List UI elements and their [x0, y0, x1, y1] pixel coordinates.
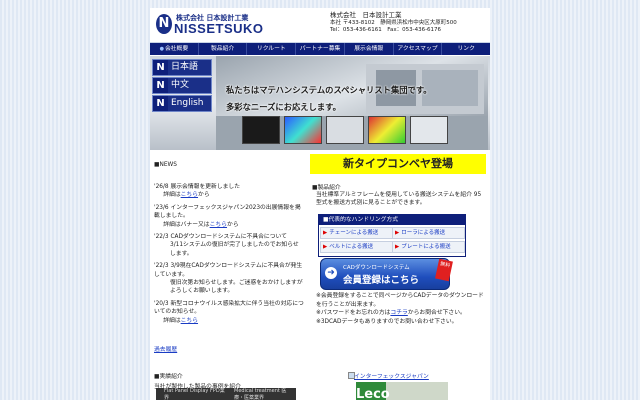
arrow-icon: ▶: [395, 244, 400, 250]
news-heading: ■NEWS: [154, 162, 177, 168]
site-header: N 株式会社 日本設計工業 NISSETSUKO 株式会社 日本設計工業 本社 …: [150, 8, 490, 43]
nav-item-links[interactable]: リンク: [442, 43, 490, 55]
handling-plate[interactable]: ▶ プレートによる搬送: [392, 241, 465, 253]
news-item: '20/3 新型コロナウイルス感染拡大に伴う当社の対応についてのお知らせ。 詳細…: [154, 300, 304, 324]
products-heading: ■製品紹介: [312, 185, 341, 191]
products-text: 当社標準アルミフレームを使用している搬送システムを紹介 95型式を搬送方式別に見…: [316, 192, 482, 207]
banner-thumb-cad: [242, 116, 280, 144]
arrow-icon: ▶: [323, 244, 328, 250]
cad-notes: ※会員登録をすることで同ページからCADデータのダウンロードを行うことが出来ます…: [316, 293, 484, 325]
interphex-banner-link[interactable]: インターフェックスジャパン: [354, 371, 429, 380]
logo-en[interactable]: NISSETSUKO: [174, 21, 264, 36]
cad-register-button[interactable]: ➜ CADダウンロードシステム 会員登録はこちら 無料: [320, 258, 453, 290]
banner-thumb-conveyor: [326, 116, 364, 144]
banner-tagline: 私たちはマテハンシステムのスペシャリスト集団です。: [226, 85, 432, 95]
nav-item-exhibition[interactable]: 展示会情報: [345, 43, 394, 55]
page-container: N 株式会社 日本設計工業 NISSETSUKO 株式会社 日本設計工業 本社 …: [150, 8, 490, 400]
banner-tagline-sub: 多彩なニーズにお応えします。: [226, 102, 341, 112]
nav-item-partner[interactable]: パートナー募集: [296, 43, 345, 55]
free-badge: 無料: [435, 258, 453, 282]
arrow-right-icon: ➜: [325, 267, 337, 279]
news-item: '22/3 3/9現在CADダウンロードシステムに不具合が発生しています。 復旧…: [154, 263, 303, 295]
bullet-icon: ●: [159, 46, 164, 52]
arrow-icon: ▶: [323, 230, 328, 236]
news-item: '26/8 展示会情報を更新しました 詳細はこちらから: [154, 184, 241, 199]
lang-icon: N: [153, 78, 168, 93]
handling-methods-box: ■代表的なハンドリング方式 ▶ チェーンによる搬送 ▶ ローラによる搬送 ▶ ベルトに…: [318, 214, 466, 257]
logo-icon[interactable]: N: [156, 14, 172, 34]
news-link[interactable]: こちら: [181, 318, 198, 324]
lang-english[interactable]: N English: [152, 95, 212, 112]
new-conveyor-banner[interactable]: 新タイプコンベヤ登場: [310, 154, 486, 174]
lang-chinese[interactable]: N 中文: [152, 77, 212, 94]
nav-item-products[interactable]: 製品紹介: [199, 43, 248, 55]
news-link[interactable]: こちら: [181, 192, 198, 198]
news-list: '26/8 展示会情報を更新しました 詳細はこちらから '23/6 インターフェ…: [154, 183, 304, 329]
company-name: 株式会社 日本設計工業: [330, 11, 402, 19]
works-heading: ■実績紹介: [154, 374, 183, 380]
nav-item-access[interactable]: アクセスマップ: [394, 43, 443, 55]
news-link[interactable]: こちら: [210, 222, 227, 228]
works-thumb-fpd[interactable]: Flat Panel Display FPD業界: [156, 388, 226, 400]
handling-chain[interactable]: ▶ チェーンによる搬送: [320, 227, 393, 239]
banner-thumb-fea: [284, 116, 322, 144]
news-item: '22/3 CADダウンロードシステムに不具合について 3/11システムの復旧が…: [154, 234, 299, 257]
company-phone: Tel：053-436-6161 Fax：053-436-6176: [330, 27, 442, 34]
news-item: '23/6 インターフェックスジャパン2023の出展情報を掲載しました。 詳細は…: [154, 204, 301, 228]
works-thumb-medical[interactable]: Medical treatment 医療・医薬業界: [226, 388, 296, 400]
lang-icon: N: [153, 60, 168, 75]
hero-banner: 私たちはマテハンシステムのスペシャリスト集団です。 多彩なニーズにお応えします。…: [150, 56, 490, 150]
news-archive-link[interactable]: 過去履歴: [154, 344, 177, 353]
arrow-icon: ▶: [395, 230, 400, 236]
leco-logo: Leco: [356, 382, 390, 400]
handling-belt[interactable]: ▶ ベルトによる搬送: [320, 241, 393, 253]
nav-item-recruit[interactable]: リクルート: [247, 43, 297, 55]
handling-methods-title: ■代表的なハンドリング方式: [319, 215, 465, 225]
lang-icon: N: [153, 96, 168, 111]
company-info: 株式会社 日本設計工業 本社 〒433-8102 静岡県浜松市中央区大原町500…: [330, 11, 457, 35]
handling-roller[interactable]: ▶ ローラによる搬送: [392, 227, 465, 239]
password-help-link[interactable]: コチラ: [390, 310, 407, 316]
company-address: 本社 〒433-8102 静岡県浜松市中央区大原町500: [330, 19, 457, 26]
leco-banner[interactable]: Leco: [356, 382, 448, 400]
main-nav: ●会社概要 製品紹介 リクルート パートナー募集 展示会情報 アクセスマップ リ…: [150, 43, 490, 55]
banner-thumb-analysis: [368, 116, 406, 144]
lang-japanese[interactable]: N 日本語: [152, 59, 212, 76]
banner-thumb-3d: [410, 116, 448, 144]
nav-item-company[interactable]: ●会社概要: [150, 43, 199, 55]
